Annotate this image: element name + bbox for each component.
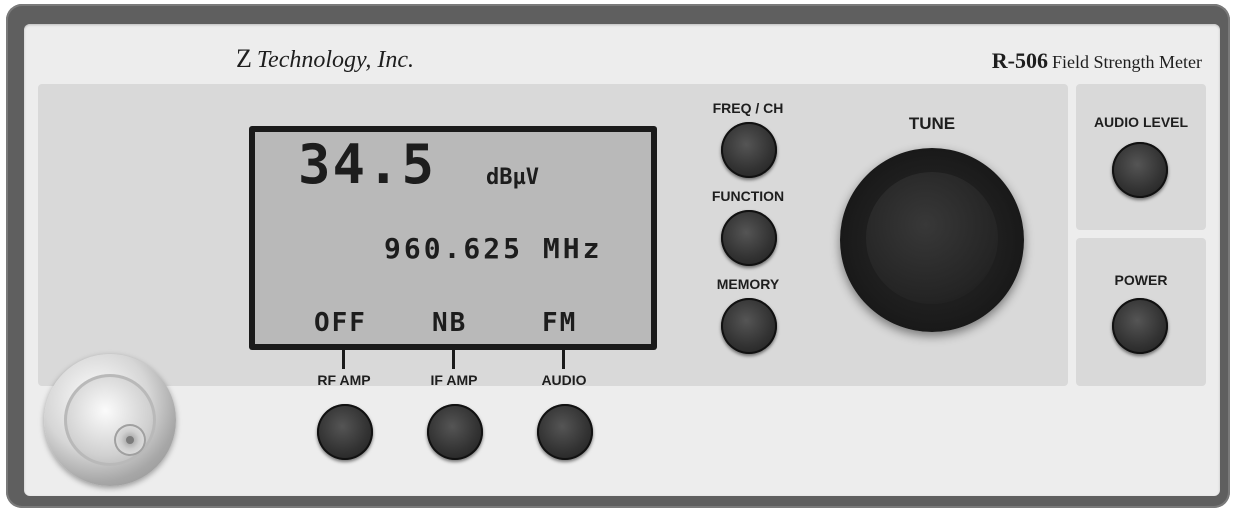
brand-z-logo: Z	[236, 44, 252, 73]
memory-button[interactable]	[721, 298, 777, 354]
level-readout: 34.5	[298, 133, 437, 196]
tune-label: TUNE	[908, 114, 956, 133]
audio-level-label: AUDIO LEVEL	[1093, 114, 1189, 130]
rf-connector-icon	[44, 354, 176, 486]
softkey-label-audio: FM	[542, 308, 578, 338]
audio-level-button[interactable]	[1112, 142, 1168, 198]
audio-button[interactable]	[537, 404, 593, 460]
connector-ring	[64, 374, 156, 466]
connector-center-dot	[126, 436, 134, 444]
brand-logo: Z Technology, Inc.	[236, 44, 414, 74]
model-title: R-506 Field Strength Meter	[992, 48, 1202, 74]
memory-label: MEMORY	[716, 276, 780, 292]
audio-label: AUDIO	[541, 372, 587, 388]
rf-amp-label: RF AMP	[317, 372, 371, 388]
if-amp-label: IF AMP	[430, 372, 478, 388]
softkey-label-rf-amp: OFF	[314, 308, 367, 338]
if-amp-button[interactable]	[427, 404, 483, 460]
softkey-label-if-amp: NB	[432, 308, 468, 338]
connector-pin	[114, 424, 146, 456]
model-number: R-506	[991, 48, 1049, 73]
softkey-tick-rf-amp	[342, 349, 345, 369]
level-unit: dBµV	[486, 165, 539, 190]
frequency-readout: 960.625 MHz	[384, 232, 603, 265]
softkey-tick-audio	[562, 349, 565, 369]
tune-knob-icon[interactable]	[840, 148, 1024, 332]
freq-ch-button[interactable]	[721, 122, 777, 178]
rf-amp-button[interactable]	[317, 404, 373, 460]
function-button[interactable]	[721, 210, 777, 266]
softkey-tick-if-amp	[452, 349, 455, 369]
function-label: FUNCTION	[711, 188, 785, 204]
brand-name: Technology, Inc.	[256, 47, 414, 73]
tune-knob-cap	[866, 172, 998, 304]
power-button[interactable]	[1112, 298, 1168, 354]
freq-ch-label: FREQ / CH	[712, 100, 784, 116]
model-description: Field Strength Meter	[1052, 52, 1202, 72]
power-label: POWER	[1114, 272, 1168, 288]
